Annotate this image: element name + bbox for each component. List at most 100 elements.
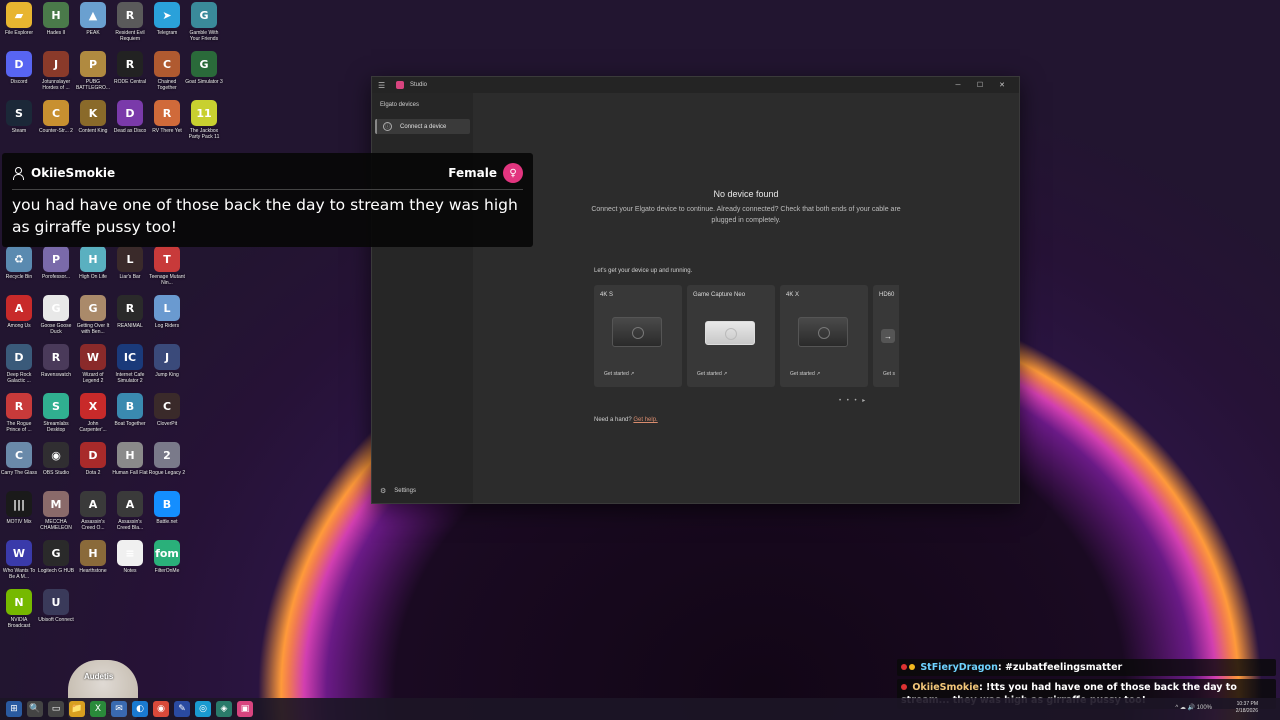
chat-message: StFieryDragon: #zubatfeelingsmatter [897, 659, 1276, 676]
taskbar-app-icon[interactable]: ⊞ [6, 701, 22, 717]
app-icon: C [154, 393, 180, 419]
desktop-icon[interactable]: R RV There Yet [148, 100, 186, 134]
taskbar-app-icon[interactable]: ✎ [174, 701, 190, 717]
desktop-icon[interactable]: G Getting Over It with Ben... [74, 295, 112, 335]
desktop-icon[interactable]: P PUBG BATTLEGRO... [74, 51, 112, 91]
desktop-icon[interactable]: R RODE Central [111, 51, 149, 85]
get-started-link[interactable]: Get s [883, 371, 895, 377]
desktop-icon[interactable]: B Battle.net [148, 491, 186, 525]
taskbar-app-icon[interactable]: ▣ [237, 701, 253, 717]
desktop-icon[interactable]: S Streamlabs Desktop [37, 393, 75, 433]
desktop-icon[interactable]: ♻ Recycle Bin [0, 246, 38, 280]
desktop-icon[interactable]: R REANIMAL [111, 295, 149, 329]
hamburger-icon[interactable]: ☰ [378, 81, 392, 90]
app-icon: G [191, 51, 217, 77]
taskbar-app-icon[interactable]: ◎ [195, 701, 211, 717]
desktop-icon[interactable]: G Gamble With Your Friends [185, 2, 223, 42]
chat-username: StFieryDragon [920, 662, 998, 673]
desktop-icon[interactable]: C Counter-Str... 2 [37, 100, 75, 134]
settings-button[interactable]: ⚙ Settings [380, 487, 416, 495]
desktop-icon[interactable]: T Teenage Mutant Nin... [148, 246, 186, 286]
elgato-app-icon [396, 81, 404, 89]
desktop-icon[interactable]: C CloverPit [148, 393, 186, 427]
close-button[interactable]: ✕ [991, 81, 1013, 89]
desktop-icon[interactable]: D Discord [0, 51, 38, 85]
desktop-icon[interactable]: G Goat Simulator 3 [185, 51, 223, 85]
device-card-4k-s[interactable]: 4K S Get started ↗ [594, 285, 682, 387]
desktop-icon[interactable]: D Dota 2 [74, 442, 112, 476]
desktop-icon[interactable]: R The Rogue Prince of ... [0, 393, 38, 433]
desktop-icon[interactable]: N NVIDIA Broadcast [0, 589, 38, 629]
desktop-icon-label: File Explorer [4, 30, 34, 36]
desktop-icon[interactable]: J Jotunnslayer Hordes of ... [37, 51, 75, 91]
desktop-icon[interactable]: ▰ File Explorer [0, 2, 38, 36]
desktop-icon[interactable]: R Ravenswatch [37, 344, 75, 378]
desktop-icon[interactable]: 11 The Jackbox Party Pack 11 [185, 100, 223, 140]
desktop-icon[interactable]: H Hades II [37, 2, 75, 36]
desktop-icon[interactable]: R Resident Evil Requiem [111, 2, 149, 42]
desktop-icon[interactable]: 2 Rogue Legacy 2 [148, 442, 186, 476]
get-started-link[interactable]: Get started ↗ [697, 371, 727, 377]
get-started-link[interactable]: Get started ↗ [604, 371, 634, 377]
desktop-icon[interactable]: A Assassin's Creed O... [74, 491, 112, 531]
desktop-icon[interactable]: D Dead as Disco [111, 100, 149, 134]
desktop-icon[interactable]: G Logitech G HUB [37, 540, 75, 574]
desktop-icon[interactable]: X John Carpenter'... [74, 393, 112, 433]
desktop-icon[interactable]: fom FilterOnMe [148, 540, 186, 574]
carousel-next-icon[interactable]: → [881, 329, 895, 343]
desktop-icon[interactable]: ▲ PEAK [74, 2, 112, 36]
get-help-link[interactable]: Get help. [633, 417, 657, 423]
desktop-icon[interactable]: H High On Life [74, 246, 112, 280]
desktop-icon-label: Discord [10, 79, 28, 85]
desktop-icon[interactable]: L Log Riders [148, 295, 186, 329]
taskbar-app-icon[interactable]: X [90, 701, 106, 717]
app-icon: ||| [6, 491, 32, 517]
desktop-icon[interactable]: J Jump King [148, 344, 186, 378]
desktop-icon[interactable]: IC Internet Cafe Simulator 2 [111, 344, 149, 384]
desktop-icon-label: PUBG BATTLEGRO... [75, 79, 111, 91]
desktop-icon[interactable]: U Ubisoft Connect [37, 589, 75, 623]
desktop-icon[interactable]: ||| MOTIV Mix [0, 491, 38, 525]
desktop-icon[interactable]: L Liar's Bar [111, 246, 149, 280]
desktop-icon[interactable]: ➤ Telegram [148, 2, 186, 36]
desktop-icon-label: Goat Simulator 3 [185, 79, 223, 85]
desktop-icon[interactable]: C Carry The Glass [0, 442, 38, 476]
taskbar-app-icon[interactable]: ◉ [153, 701, 169, 717]
minimize-button[interactable]: ─ [947, 82, 969, 89]
desktop-icon[interactable]: ≡ Notes [111, 540, 149, 574]
desktop-icon[interactable]: P Porofessor... [37, 246, 75, 280]
taskbar-app-icon[interactable]: 📁 [69, 701, 85, 717]
desktop-icon[interactable]: D Deep Rock Galactic ... [0, 344, 38, 384]
desktop-icon[interactable]: C Chained Together [148, 51, 186, 91]
desktop-icon[interactable]: ◉ OBS Studio [37, 442, 75, 476]
sidebar-item-connect-device[interactable]: ⓘ Connect a device [375, 119, 470, 134]
desktop-icon[interactable]: H Hearthstone [74, 540, 112, 574]
device-card-hd60[interactable]: HD60 → Get s [873, 285, 899, 387]
taskbar-app-icon[interactable]: ◐ [132, 701, 148, 717]
desktop-icon-label: The Rogue Prince of ... [6, 421, 32, 433]
tts-username: OkiieSmokie [31, 166, 116, 180]
system-tray[interactable]: ^ ☁ 🔊 100% [1175, 704, 1212, 711]
clock-date: 2/18/2026 [1235, 708, 1258, 714]
desktop-icon[interactable]: W Wizard of Legend 2 [74, 344, 112, 384]
desktop-icon[interactable]: A Among Us [0, 295, 38, 329]
desktop-icon[interactable]: G Goose Goose Duck [37, 295, 75, 335]
taskbar-clock[interactable]: 10:37 PM 2/18/2026 [1236, 701, 1258, 715]
desktop-icon[interactable]: B Boat Together [111, 393, 149, 427]
taskbar-app-icon[interactable]: ▭ [48, 701, 64, 717]
desktop-icon[interactable]: H Human Fall Flat [111, 442, 149, 476]
taskbar-app-icon[interactable]: ◈ [216, 701, 232, 717]
desktop-icon[interactable]: W Who Wants To Be A M... [0, 540, 38, 580]
app-icon: ≡ [117, 540, 143, 566]
taskbar-app-icon[interactable]: ✉ [111, 701, 127, 717]
desktop-icon[interactable]: M MECCHA CHAMELEON [37, 491, 75, 531]
device-card-game-capture-neo[interactable]: Game Capture Neo Get started ↗ [687, 285, 775, 387]
carousel-pagination[interactable]: • • • ▸ [839, 397, 867, 404]
desktop-icon[interactable]: K Content King [74, 100, 112, 134]
device-card-4k-x[interactable]: 4K X Get started ↗ [780, 285, 868, 387]
desktop-icon[interactable]: A Assassin's Creed Bla... [111, 491, 149, 531]
get-started-link[interactable]: Get started ↗ [790, 371, 820, 377]
taskbar-app-icon[interactable]: 🔍 [27, 701, 43, 717]
desktop-icon[interactable]: S Steam [0, 100, 38, 134]
maximize-button[interactable]: ☐ [969, 81, 991, 89]
